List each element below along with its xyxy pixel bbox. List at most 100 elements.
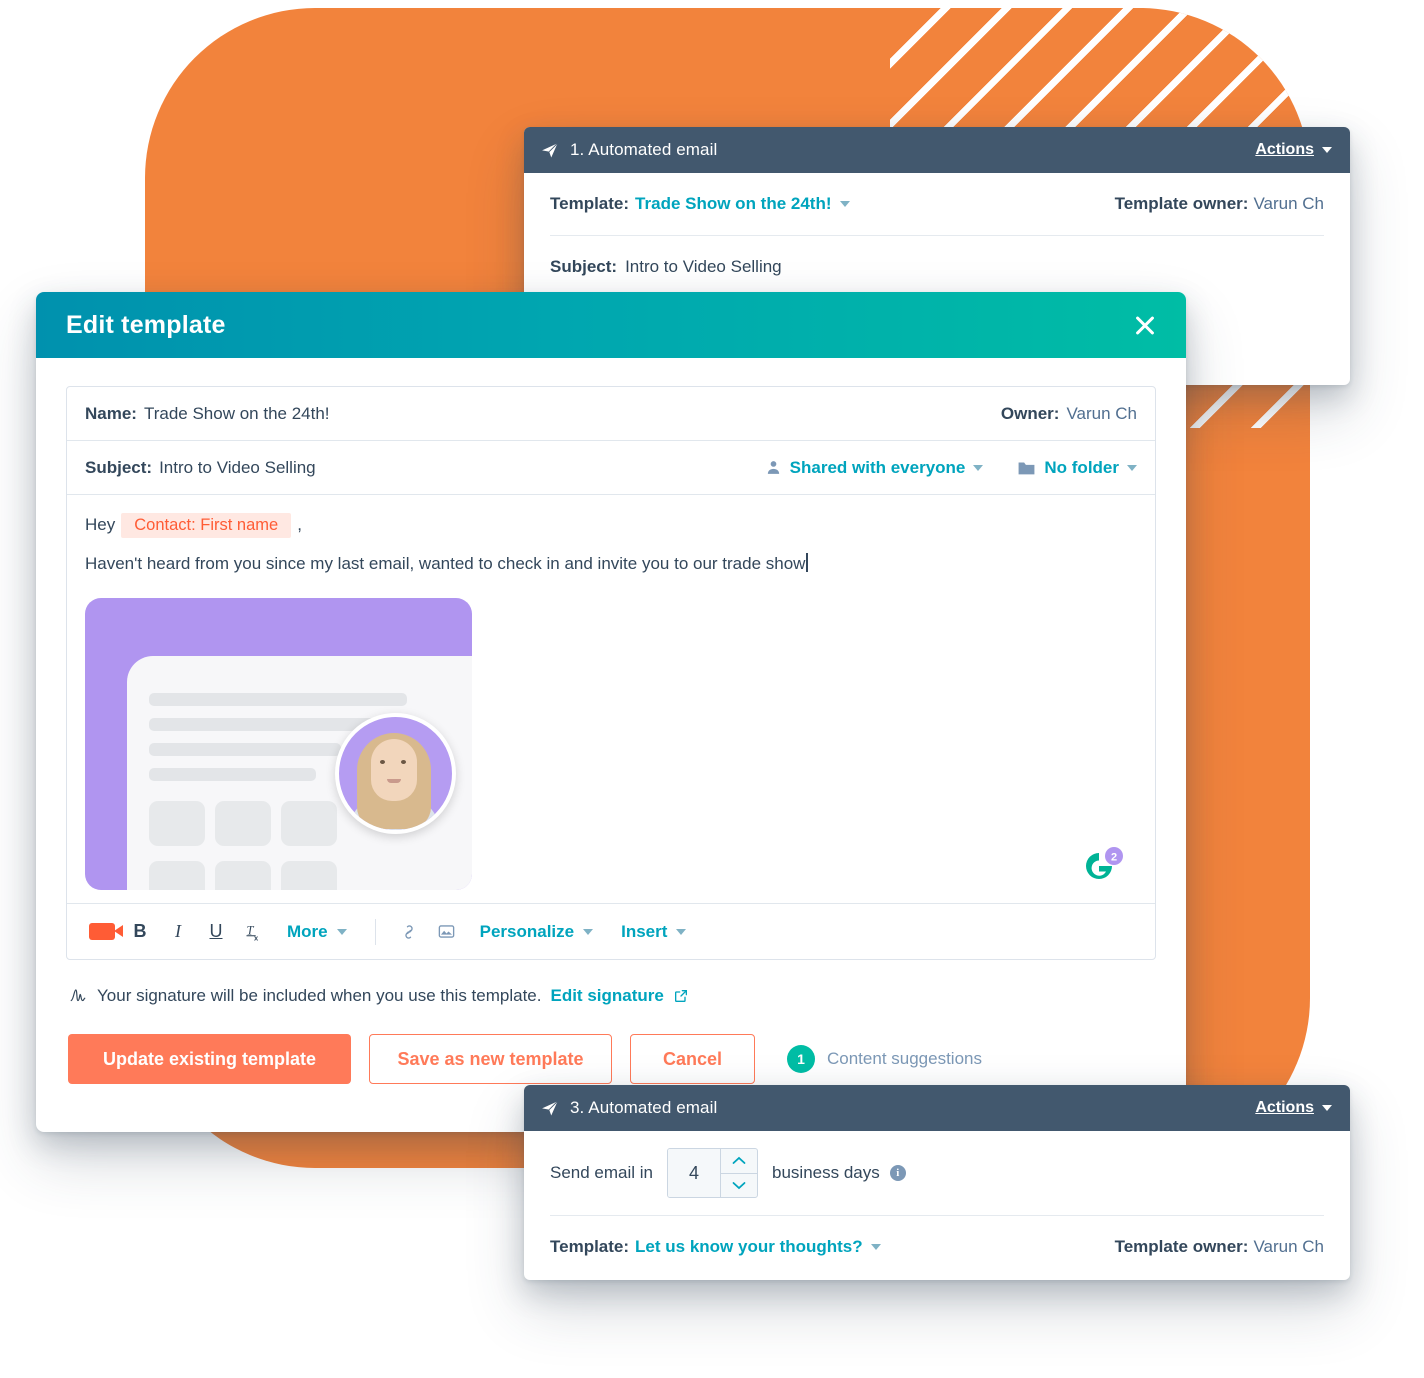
email-body-text: Haven't heard from you since my last ema… <box>85 554 806 573</box>
info-icon[interactable]: i <box>889 1165 906 1181</box>
mock-line <box>149 743 341 756</box>
modal-action-buttons: Update existing template Save as new tem… <box>66 1006 1156 1084</box>
edit-signature-link[interactable]: Edit signature <box>550 986 663 1006</box>
email-greeting-line: Hey Contact: First name , <box>85 513 1137 538</box>
panel-3-actions-button[interactable]: Actions <box>1255 1099 1332 1117</box>
insert-link-button[interactable] <box>392 915 426 949</box>
clear-formatting-button[interactable]: T x <box>237 915 271 949</box>
bold-button[interactable]: B <box>123 915 157 949</box>
signature-icon <box>70 989 86 1002</box>
personalization-token[interactable]: Contact: First name <box>121 513 292 538</box>
video-thumbnail[interactable] <box>85 598 472 890</box>
panel-1-actions-label: Actions <box>1255 141 1314 158</box>
chevron-down-icon <box>1127 464 1137 471</box>
panel-3-owner-value: Varun Ch <box>1253 1237 1324 1256</box>
italic-button[interactable]: I <box>161 915 195 949</box>
mock-tile <box>215 801 271 846</box>
paper-plane-icon <box>542 143 558 158</box>
panel-3-actions-label: Actions <box>1255 1099 1314 1116</box>
mock-line <box>149 693 407 706</box>
chevron-up-icon <box>732 1157 746 1165</box>
save-as-new-template-button[interactable]: Save as new template <box>369 1034 612 1084</box>
g2-count: 2 <box>1111 852 1117 864</box>
panel-1-subject-value: Intro to Video Selling <box>625 257 782 276</box>
business-days-label: business days <box>772 1163 880 1182</box>
subject-label: Subject: <box>85 457 153 477</box>
insert-dropdown[interactable]: Insert <box>609 922 698 942</box>
video-record-button[interactable] <box>85 915 123 949</box>
mock-line <box>149 718 382 731</box>
modal-body: Name: Trade Show on the 24th! Owner: Var… <box>36 358 1186 1084</box>
panel-1-actions-button[interactable]: Actions <box>1255 141 1332 159</box>
stepper-arrows <box>720 1149 758 1198</box>
panel-1-body: Template: Trade Show on the 24th! Templa… <box>524 173 1350 298</box>
panel-1-owner-label: Template owner: <box>1114 194 1249 213</box>
content-suggestions-label: Content suggestions <box>827 1049 982 1068</box>
panel-1-subject-row: Subject: Intro to Video Selling <box>550 236 1324 298</box>
clear-format-icon: T x <box>246 923 259 942</box>
owner-label: Owner: <box>1000 403 1060 423</box>
greeting-comma: , <box>297 515 302 534</box>
personalize-dropdown[interactable]: Personalize <box>468 922 606 942</box>
send-email-in-label: Send email in <box>550 1163 654 1182</box>
panel-1-template-row: Template: Trade Show on the 24th! Templa… <box>550 173 1324 236</box>
more-dropdown[interactable]: More <box>275 922 359 942</box>
owner-value: Varun Ch <box>1066 403 1137 423</box>
external-link-icon[interactable] <box>673 988 689 1004</box>
panel-1-template-label: Template: <box>550 194 630 213</box>
panel-3-owner: Template owner: Varun Ch <box>1115 1237 1324 1257</box>
close-icon[interactable] <box>1130 310 1160 340</box>
automated-email-panel-3: 3. Automated email Actions Send email in… <box>524 1085 1350 1280</box>
email-body-line: Haven't heard from you since my last ema… <box>85 553 808 574</box>
video-camera-icon <box>89 923 123 940</box>
mock-tile <box>281 861 337 890</box>
chevron-down-icon <box>973 464 984 471</box>
subject-value[interactable]: Intro to Video Selling <box>159 458 316 478</box>
insert-image-button[interactable] <box>430 915 464 949</box>
template-subject-row: Subject: Intro to Video Selling Shared w… <box>67 441 1155 495</box>
mock-tile <box>215 861 271 890</box>
panel-1-template-value[interactable]: Trade Show on the 24th! <box>635 194 831 214</box>
mock-line <box>149 768 316 781</box>
personalize-label: Personalize <box>479 921 575 941</box>
chevron-down-icon <box>583 928 594 935</box>
signature-text: Your signature will be included when you… <box>97 986 542 1005</box>
panel-3-body: Send email in 4 business days i Template… <box>524 1131 1350 1278</box>
chevron-down-icon <box>1322 1105 1332 1111</box>
sharing-dropdown[interactable]: Shared with everyone <box>765 458 984 478</box>
chevron-down-icon[interactable] <box>839 201 850 207</box>
mock-tile <box>149 801 205 846</box>
paper-plane-icon <box>542 1101 558 1116</box>
avatar-mouth <box>387 779 401 783</box>
stepper-increment-button[interactable] <box>721 1149 758 1174</box>
email-body-editor[interactable]: Hey Contact: First name , Haven't heard … <box>67 495 1155 903</box>
sharing-label: Shared with everyone <box>789 457 966 477</box>
cancel-button[interactable]: Cancel <box>630 1034 755 1084</box>
name-value[interactable]: Trade Show on the 24th! <box>144 404 330 424</box>
content-suggestions[interactable]: 1 Content suggestions <box>787 1045 982 1073</box>
template-editor: Name: Trade Show on the 24th! Owner: Var… <box>66 386 1156 960</box>
send-delay-row: Send email in 4 business days i <box>550 1131 1324 1216</box>
panel-1-title: 1. Automated email <box>570 140 718 159</box>
more-label: More <box>287 921 328 941</box>
modal-header: Edit template <box>36 292 1186 358</box>
content-suggestions-count: 1 <box>787 1045 815 1073</box>
panel-3-template-value[interactable]: Let us know your thoughts? <box>635 1237 863 1257</box>
update-existing-template-button[interactable]: Update existing template <box>68 1034 351 1084</box>
folder-dropdown[interactable]: No folder <box>1017 458 1137 478</box>
folder-icon <box>1018 461 1035 474</box>
template-name-row: Name: Trade Show on the 24th! Owner: Var… <box>67 387 1155 441</box>
avatar-eye <box>401 760 406 764</box>
insert-label: Insert <box>621 921 668 941</box>
editor-toolbar: B I U T x More Personalize Insert <box>67 903 1155 959</box>
delay-value[interactable]: 4 <box>668 1149 721 1197</box>
panel-1-owner: Template owner: Varun Ch <box>1115 194 1324 214</box>
panel-1-owner-value: Varun Ch <box>1253 194 1324 213</box>
link-icon <box>404 924 413 939</box>
delay-stepper[interactable]: 4 <box>667 1148 759 1198</box>
panel-1-header: 1. Automated email Actions <box>524 127 1350 173</box>
underline-button[interactable]: U <box>199 915 233 949</box>
chevron-down-icon[interactable] <box>870 1244 881 1250</box>
stepper-decrement-button[interactable] <box>721 1174 757 1198</box>
modal-title: Edit template <box>66 310 226 339</box>
